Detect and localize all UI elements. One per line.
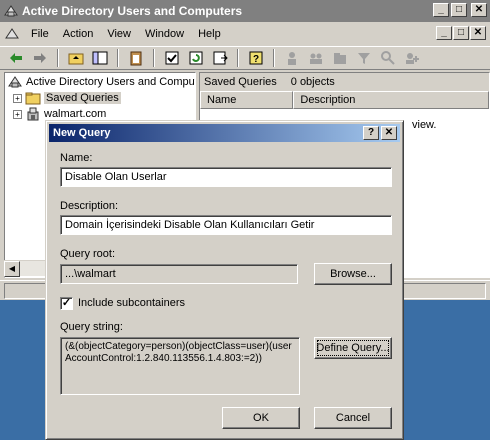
- toolbar-separator: [237, 49, 239, 67]
- domain-icon: [27, 107, 39, 121]
- new-ou-button[interactable]: [330, 48, 350, 68]
- query-root-label: Query root:: [60, 248, 116, 260]
- minimize-button[interactable]: _: [433, 3, 449, 17]
- name-field[interactable]: Disable Olan Userlar: [60, 167, 392, 187]
- ok-button[interactable]: OK: [222, 407, 300, 429]
- help-icon: ?: [249, 51, 263, 65]
- properties-button[interactable]: [162, 48, 182, 68]
- dialog-title: New Query: [53, 127, 111, 139]
- menu-window[interactable]: Window: [138, 28, 191, 40]
- find-button[interactable]: [378, 48, 398, 68]
- results-count: 0 objects: [290, 76, 335, 88]
- folder-up-icon: [68, 53, 84, 65]
- window-title: Active Directory Users and Computers: [22, 4, 243, 18]
- tree-root[interactable]: Active Directory Users and Computer: [7, 74, 196, 90]
- results-heading: Saved Queries: [204, 76, 277, 88]
- show-hide-tree-button[interactable]: [90, 48, 110, 68]
- empty-list-text: view.: [412, 119, 437, 131]
- new-group-icon: [310, 53, 322, 64]
- results-header: Saved Queries 0 objects: [200, 73, 489, 91]
- column-headers: Name Description: [200, 91, 489, 109]
- new-user-icon: [288, 52, 296, 65]
- up-one-level-button[interactable]: [66, 48, 86, 68]
- clipboard-icon: [130, 51, 142, 66]
- paste-button[interactable]: [126, 48, 146, 68]
- export-list-button[interactable]: [210, 48, 230, 68]
- back-arrow-icon: [10, 53, 22, 63]
- toolbar-separator: [273, 49, 275, 67]
- query-string-box: (&(objectCategory=person)(objectClass=us…: [60, 337, 300, 395]
- child-restore-button[interactable]: □: [453, 26, 469, 40]
- menu-help[interactable]: Help: [191, 28, 228, 40]
- toolbar: ?: [0, 46, 490, 70]
- include-subcontainers-label[interactable]: Include subcontainers: [78, 297, 185, 309]
- description-field[interactable]: Domain İçerisindeki Disable Olan Kullanı…: [60, 215, 392, 235]
- ad-root-icon: [8, 76, 22, 88]
- child-minimize-button[interactable]: _: [436, 26, 452, 40]
- add-to-group-icon: [406, 53, 419, 64]
- tree-item-saved-queries[interactable]: + Saved Queries: [13, 90, 121, 106]
- filter-icon: [358, 53, 370, 64]
- back-button[interactable]: [6, 48, 26, 68]
- folder-icon: [25, 92, 41, 105]
- properties-icon: [165, 51, 179, 65]
- export-icon: [213, 51, 228, 65]
- menu-view[interactable]: View: [100, 28, 138, 40]
- refresh-icon: [189, 51, 203, 65]
- forward-button[interactable]: [30, 48, 50, 68]
- name-label: Name:: [60, 152, 93, 164]
- define-query-button[interactable]: Define Query...: [314, 337, 392, 359]
- maximize-button[interactable]: □: [451, 3, 467, 17]
- menu-bar: File Action View Window Help _ □ ✕: [0, 22, 490, 46]
- dialog-close-button[interactable]: ✕: [381, 126, 397, 140]
- include-subcontainers-checkbox[interactable]: ✓: [60, 297, 73, 310]
- tree-item-label: walmart.com: [44, 108, 107, 120]
- new-query-dialog: New Query ? ✕ Name: Disable Olan Userlar…: [45, 120, 404, 440]
- console-tree-icon: [92, 51, 108, 65]
- dialog-titlebar[interactable]: New Query ? ✕: [49, 124, 400, 142]
- add-to-group-button[interactable]: [402, 48, 422, 68]
- close-button[interactable]: ✕: [471, 3, 487, 17]
- query-root-field: ...\walmart: [60, 264, 298, 284]
- column-header-description[interactable]: Description: [293, 91, 489, 109]
- dialog-help-button[interactable]: ?: [363, 126, 379, 140]
- new-user-button[interactable]: [282, 48, 302, 68]
- help-button[interactable]: ?: [246, 48, 266, 68]
- refresh-button[interactable]: [186, 48, 206, 68]
- console-icon[interactable]: [4, 26, 20, 42]
- svg-text:?: ?: [253, 54, 259, 65]
- ad-users-computers-icon: [4, 5, 18, 17]
- child-close-button[interactable]: ✕: [470, 26, 486, 40]
- menu-action[interactable]: Action: [56, 28, 101, 40]
- column-header-name[interactable]: Name: [200, 91, 294, 109]
- expand-icon[interactable]: +: [13, 93, 22, 103]
- toolbar-separator: [117, 49, 119, 67]
- new-group-button[interactable]: [306, 48, 326, 68]
- menu-file[interactable]: File: [24, 28, 56, 40]
- toolbar-separator: [153, 49, 155, 67]
- description-label: Description:: [60, 200, 119, 212]
- tree-item-label: Saved Queries: [44, 92, 121, 104]
- query-string-label: Query string:: [60, 321, 123, 333]
- window-titlebar[interactable]: Active Directory Users and Computers _ □…: [0, 0, 490, 22]
- cancel-button[interactable]: Cancel: [314, 407, 392, 429]
- scroll-left-icon[interactable]: ◀: [4, 261, 20, 277]
- find-icon: [381, 51, 395, 65]
- expand-icon[interactable]: +: [13, 109, 22, 119]
- browse-button[interactable]: Browse...: [314, 263, 392, 285]
- new-ou-icon: [334, 53, 346, 64]
- tree-root-label: Active Directory Users and Computer: [26, 76, 196, 88]
- toolbar-separator: [57, 49, 59, 67]
- forward-arrow-icon: [34, 53, 46, 63]
- filter-button[interactable]: [354, 48, 374, 68]
